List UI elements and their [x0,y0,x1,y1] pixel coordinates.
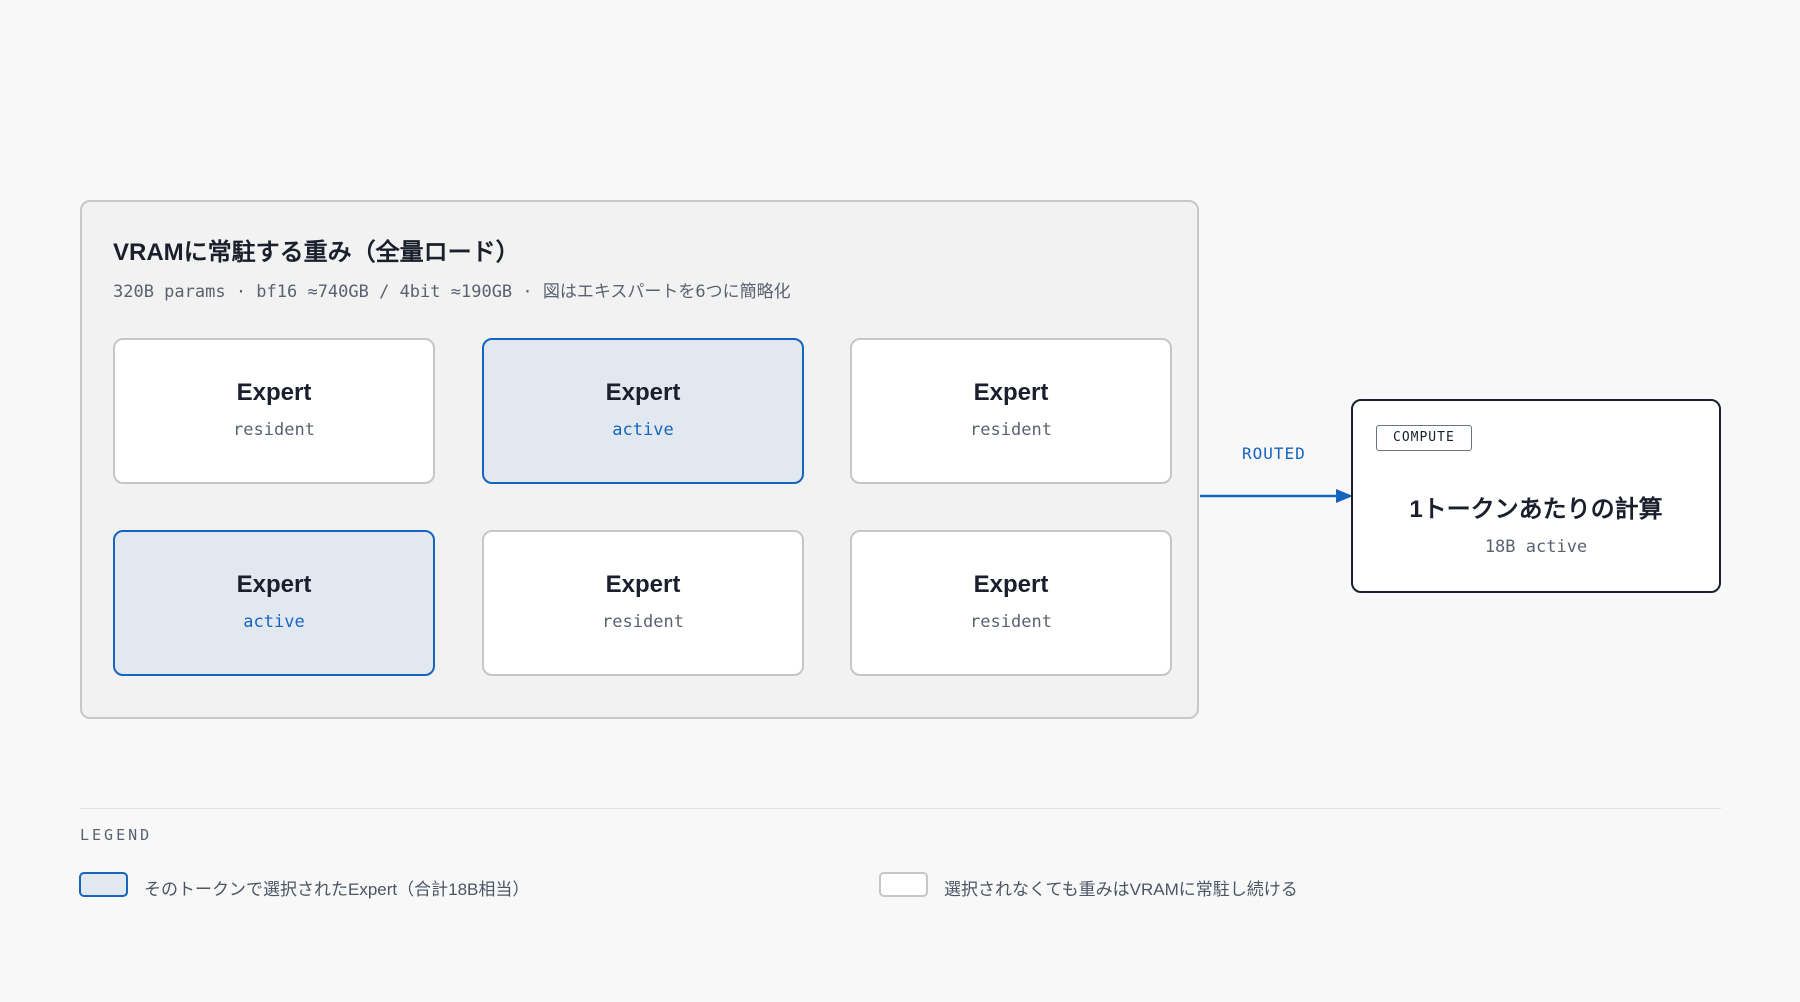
compute-box: COMPUTE 1トークンあたりの計算 18B active [1351,399,1721,593]
expert-box: Expert resident [482,530,804,676]
compute-title: 1トークンあたりの計算 [1409,496,1663,523]
compute-subtitle: 18B active [1484,537,1588,557]
expert-state: resident [233,420,315,440]
legend-title: LEGEND [80,826,153,844]
expert-name: Expert [973,571,1049,598]
expert-name: Expert [605,379,681,406]
vram-panel: VRAMに常駐する重み（全量ロード） 320B params · bf16 ≈7… [80,200,1199,719]
expert-state: resident [970,420,1052,440]
expert-box-active: Expert active [482,338,804,484]
legend-swatch-active [79,872,128,897]
expert-box: Expert resident [113,338,435,484]
legend-divider [80,808,1721,809]
legend-text-resident: 選択されなくても重みはVRAMに常駐し続ける [944,880,1298,899]
expert-state: resident [602,612,684,632]
vram-panel-subtitle: 320B params · bf16 ≈740GB / 4bit ≈190GB … [113,282,791,302]
legend-text-active: そのトークンで選択されたExpert（合計18B相当） [144,880,530,899]
legend-swatch-resident [879,872,928,897]
expert-box: Expert resident [850,338,1172,484]
routed-label: ROUTED [1242,444,1306,463]
expert-state: resident [970,612,1052,632]
expert-name: Expert [236,379,312,406]
expert-state: active [243,612,305,632]
vram-panel-title: VRAMに常駐する重み（全量ロード） [113,239,520,266]
expert-name: Expert [605,571,681,598]
expert-box-active: Expert active [113,530,435,676]
expert-name: Expert [973,379,1049,406]
expert-state: active [612,420,674,440]
compute-badge: COMPUTE [1376,425,1472,451]
route-arrow [1200,489,1353,503]
expert-box: Expert resident [850,530,1172,676]
expert-name: Expert [236,571,312,598]
